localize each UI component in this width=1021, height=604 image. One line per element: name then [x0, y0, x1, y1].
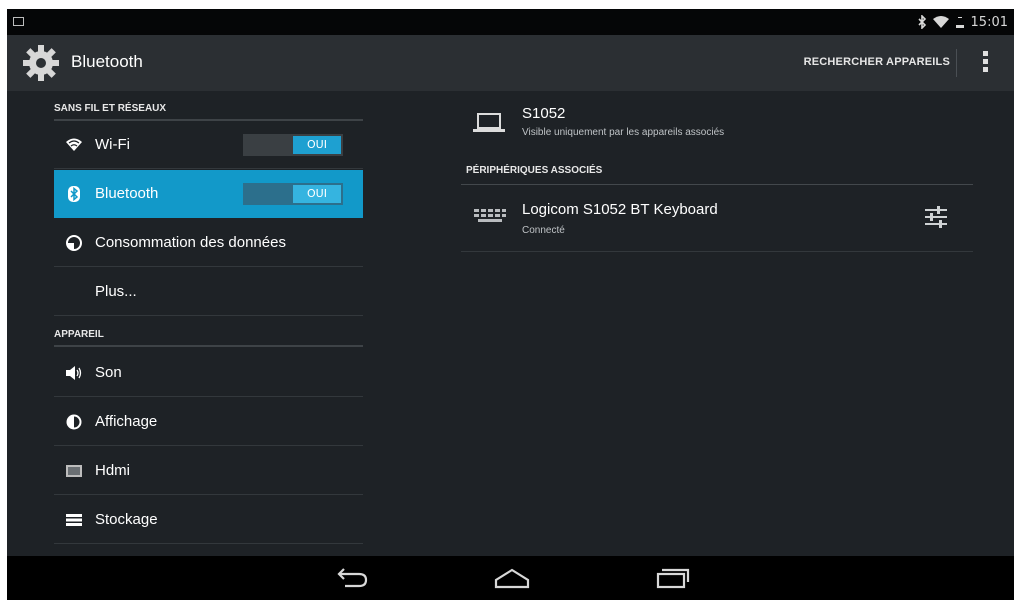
laptop-icon: [473, 113, 505, 132]
settings-sidebar: SANS FIL ET RÉSEAUX Wi-Fi OUI Bluetooth …: [7, 91, 367, 556]
paired-device-name: Logicom S1052 BT Keyboard: [522, 201, 718, 218]
storage-icon: [66, 514, 82, 526]
device-settings-icon[interactable]: [923, 205, 949, 229]
sidebar-item-label: Bluetooth: [95, 185, 159, 202]
settings-gear-icon[interactable]: [21, 43, 61, 83]
section-header-wireless: SANS FIL ET RÉSEAUX: [54, 103, 167, 114]
notification-icon: [13, 17, 24, 26]
paired-device-status: Connecté: [522, 225, 565, 236]
wifi-toggle[interactable]: OUI: [243, 134, 343, 156]
wifi-icon: [66, 138, 82, 151]
action-divider: [956, 49, 957, 77]
search-devices-button[interactable]: RECHERCHER APPAREILS: [804, 56, 950, 68]
sidebar-item-display[interactable]: Affichage: [54, 398, 363, 446]
speaker-icon: [66, 366, 82, 380]
paired-device-row[interactable]: Logicom S1052 BT Keyboard Connecté: [461, 185, 973, 252]
page-title: Bluetooth: [71, 52, 143, 71]
section-divider: [54, 345, 363, 347]
sidebar-item-more[interactable]: Plus...: [54, 268, 363, 316]
toggle-state: OUI: [293, 136, 341, 154]
overflow-menu-icon[interactable]: [982, 51, 990, 77]
bluetooth-icon: [68, 186, 80, 202]
back-icon[interactable]: [335, 566, 369, 590]
sidebar-item-label: Stockage: [95, 511, 158, 528]
keyboard-icon: [474, 209, 506, 222]
paired-devices-header: PÉRIPHÉRIQUES ASSOCIÉS: [466, 165, 603, 176]
sidebar-item-label: Son: [95, 364, 122, 381]
sidebar-item-bluetooth[interactable]: Bluetooth OUI: [54, 170, 363, 218]
navigation-bar: [7, 556, 1014, 600]
sidebar-item-sound[interactable]: Son: [54, 349, 363, 397]
sidebar-item-label: Hdmi: [95, 462, 131, 479]
this-device-row[interactable]: S1052 Visible uniquement par les apparei…: [461, 91, 973, 151]
toggle-state: OUI: [293, 185, 341, 203]
wifi-icon: [932, 16, 949, 28]
this-device-name: S1052: [522, 105, 566, 122]
sidebar-item-wifi[interactable]: Wi-Fi OUI: [54, 121, 363, 169]
battery-icon: [955, 17, 964, 28]
action-bar: Bluetooth RECHERCHER APPAREILS: [7, 35, 1014, 91]
bluetooth-toggle[interactable]: OUI: [243, 183, 343, 205]
section-header-device: APPAREIL: [54, 329, 104, 340]
status-icons: 15:01: [917, 9, 1008, 35]
sidebar-item-label: Plus...: [95, 283, 137, 300]
sidebar-item-storage[interactable]: Stockage: [54, 496, 363, 544]
android-screen: 15:01 Bluetooth RECHERCHER APPAREILS SAN…: [7, 9, 1014, 600]
recent-apps-icon[interactable]: [654, 566, 690, 590]
status-bar: 15:01: [7, 9, 1014, 35]
data-usage-icon: [66, 235, 82, 251]
home-icon[interactable]: [493, 566, 531, 590]
hdmi-icon: [66, 465, 82, 477]
sidebar-item-data-usage[interactable]: Consommation des données: [54, 219, 363, 267]
sidebar-item-label: Wi-Fi: [95, 136, 130, 153]
sidebar-item-hdmi[interactable]: Hdmi: [54, 447, 363, 495]
brightness-icon: [66, 414, 82, 430]
clock: 15:01: [970, 14, 1008, 30]
bluetooth-icon: [917, 15, 926, 29]
sidebar-item-label: Consommation des données: [95, 234, 286, 251]
sidebar-item-label: Affichage: [95, 413, 158, 430]
this-device-visibility: Visible uniquement par les appareils ass…: [522, 127, 725, 138]
